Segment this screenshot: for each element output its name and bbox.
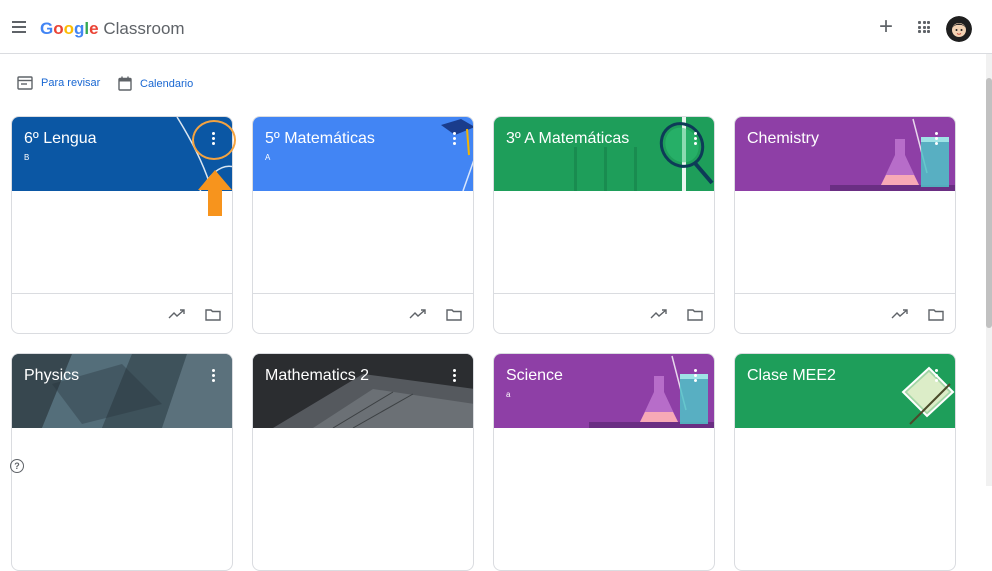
class-title[interactable]: 6º Lengua xyxy=(24,130,97,148)
more-options-icon[interactable] xyxy=(686,366,704,384)
tennis-racket-illustration xyxy=(574,117,714,191)
class-title[interactable]: 3º A Matemáticas xyxy=(506,130,629,148)
class-card-footer xyxy=(12,293,232,333)
class-card-footer xyxy=(735,293,955,333)
class-section: A xyxy=(265,153,271,162)
more-options-icon[interactable] xyxy=(445,366,463,384)
trending-up-icon[interactable] xyxy=(409,308,427,320)
hamburger-menu-icon[interactable] xyxy=(12,21,26,33)
class-card[interactable]: Mathematics 2 xyxy=(252,353,474,571)
trending-up-icon[interactable] xyxy=(650,308,668,320)
class-title[interactable]: Chemistry xyxy=(747,130,819,148)
more-options-icon[interactable] xyxy=(927,366,945,384)
class-card[interactable]: Clase MEE2 xyxy=(734,353,956,571)
class-title[interactable]: Physics xyxy=(24,367,79,385)
help-icon[interactable]: ? xyxy=(10,459,24,473)
notebook-illustration xyxy=(901,366,955,425)
class-card-banner[interactable]: Mathematics 2 xyxy=(253,354,473,428)
subnav-to-review-label: Para revisar xyxy=(41,77,101,89)
class-card-banner[interactable]: 3º A Matemáticas xyxy=(494,117,714,191)
lab-flask-illustration xyxy=(830,118,955,191)
folder-icon[interactable] xyxy=(446,308,462,321)
app-brand[interactable]: Google Classroom xyxy=(40,19,185,39)
class-card-footer xyxy=(253,293,473,333)
subnav-to-review[interactable]: Para revisar xyxy=(17,76,100,90)
more-options-icon[interactable] xyxy=(927,129,945,147)
trending-up-icon[interactable] xyxy=(168,308,186,320)
app-header: Google Classroom + xyxy=(0,0,992,54)
google-logo-text: Google xyxy=(40,19,99,38)
subnav-calendar-label: Calendario xyxy=(140,77,194,90)
graduation-cap-illustration xyxy=(441,119,473,191)
class-card[interactable]: 5º Matemáticas A xyxy=(252,116,474,334)
folder-icon[interactable] xyxy=(928,308,944,321)
geometric-photo-illustration xyxy=(12,354,232,428)
class-card-banner[interactable]: Physics xyxy=(12,354,232,428)
more-options-icon[interactable] xyxy=(445,129,463,147)
class-card-banner[interactable]: Science a xyxy=(494,354,714,428)
apps-grid-icon[interactable] xyxy=(918,21,930,33)
more-options-icon[interactable] xyxy=(686,129,704,147)
up-arrow-icon xyxy=(198,170,232,216)
class-card-banner[interactable]: 5º Matemáticas A xyxy=(253,117,473,191)
class-title[interactable]: Mathematics 2 xyxy=(265,367,369,385)
class-title[interactable]: 5º Matemáticas xyxy=(265,130,375,148)
class-section: a xyxy=(506,390,511,399)
class-card[interactable]: Physics xyxy=(11,353,233,571)
class-card-footer xyxy=(494,293,714,333)
trending-up-icon[interactable] xyxy=(891,308,909,320)
subnav-calendar[interactable]: Calendario xyxy=(118,76,193,91)
user-avatar[interactable] xyxy=(946,16,972,42)
class-title[interactable]: Science xyxy=(506,367,563,385)
page-scrollbar[interactable] xyxy=(986,54,992,486)
review-tray-icon xyxy=(17,76,33,90)
lab-flask-illustration xyxy=(589,355,714,428)
class-section: B xyxy=(24,153,30,162)
calendar-icon xyxy=(118,76,132,91)
class-card[interactable]: Science a xyxy=(493,353,715,571)
class-card[interactable]: Chemistry xyxy=(734,116,956,334)
book-photo-illustration xyxy=(253,354,473,428)
scrollbar-thumb[interactable] xyxy=(986,78,992,328)
add-icon[interactable]: + xyxy=(876,15,896,39)
class-card-banner[interactable]: Chemistry xyxy=(735,117,955,191)
class-card-banner[interactable]: Clase MEE2 xyxy=(735,354,955,428)
folder-icon[interactable] xyxy=(687,308,703,321)
folder-icon[interactable] xyxy=(205,308,221,321)
more-options-icon[interactable] xyxy=(204,366,222,384)
highlight-circle xyxy=(192,120,236,160)
class-card[interactable]: 3º A Matemáticas xyxy=(493,116,715,334)
class-title[interactable]: Clase MEE2 xyxy=(747,367,836,385)
product-name: Classroom xyxy=(103,19,185,38)
